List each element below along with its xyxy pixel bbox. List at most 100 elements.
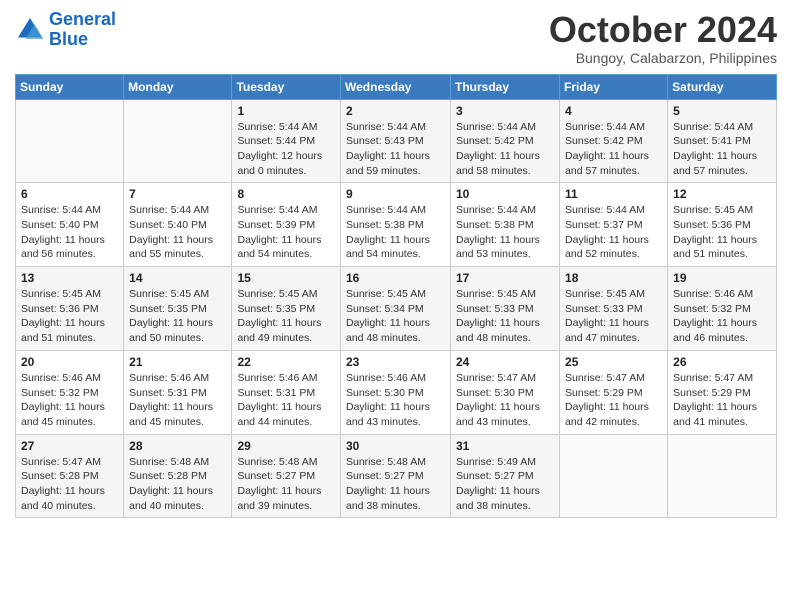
day-info: Sunrise: 5:45 AM Sunset: 5:35 PM Dayligh… — [237, 287, 335, 346]
day-info: Sunrise: 5:45 AM Sunset: 5:33 PM Dayligh… — [565, 287, 662, 346]
calendar-cell: 20 Sunrise: 5:46 AM Sunset: 5:32 PM Dayli… — [16, 350, 124, 434]
day-info: Sunrise: 5:45 AM Sunset: 5:36 PM Dayligh… — [673, 203, 771, 262]
day-number: 17 — [456, 271, 554, 285]
header: General Blue October 2024 Bungoy, Calaba… — [15, 10, 777, 66]
calendar-day-header: Tuesday — [232, 74, 341, 99]
logo-line2: Blue — [49, 29, 88, 49]
day-info: Sunrise: 5:45 AM Sunset: 5:34 PM Dayligh… — [346, 287, 445, 346]
day-info: Sunrise: 5:47 AM Sunset: 5:30 PM Dayligh… — [456, 371, 554, 430]
day-info: Sunrise: 5:47 AM Sunset: 5:29 PM Dayligh… — [565, 371, 662, 430]
day-info: Sunrise: 5:44 AM Sunset: 5:41 PM Dayligh… — [673, 120, 771, 179]
calendar-day-header: Sunday — [16, 74, 124, 99]
day-number: 8 — [237, 187, 335, 201]
calendar-cell: 7 Sunrise: 5:44 AM Sunset: 5:40 PM Daylig… — [124, 183, 232, 267]
day-number: 19 — [673, 271, 771, 285]
day-number: 21 — [129, 355, 226, 369]
calendar-day-header: Wednesday — [341, 74, 451, 99]
day-info: Sunrise: 5:44 AM Sunset: 5:40 PM Dayligh… — [21, 203, 118, 262]
calendar-cell: 25 Sunrise: 5:47 AM Sunset: 5:29 PM Dayli… — [560, 350, 668, 434]
calendar-cell: 3 Sunrise: 5:44 AM Sunset: 5:42 PM Daylig… — [451, 99, 560, 183]
day-info: Sunrise: 5:44 AM Sunset: 5:42 PM Dayligh… — [456, 120, 554, 179]
day-info: Sunrise: 5:46 AM Sunset: 5:32 PM Dayligh… — [21, 371, 118, 430]
main-title: October 2024 — [549, 10, 777, 50]
day-info: Sunrise: 5:48 AM Sunset: 5:27 PM Dayligh… — [346, 455, 445, 514]
calendar-cell — [16, 99, 124, 183]
day-info: Sunrise: 5:44 AM Sunset: 5:40 PM Dayligh… — [129, 203, 226, 262]
calendar-day-header: Saturday — [668, 74, 777, 99]
calendar-cell — [668, 434, 777, 518]
day-number: 9 — [346, 187, 445, 201]
day-info: Sunrise: 5:49 AM Sunset: 5:27 PM Dayligh… — [456, 455, 554, 514]
day-number: 3 — [456, 104, 554, 118]
calendar-cell: 30 Sunrise: 5:48 AM Sunset: 5:27 PM Dayli… — [341, 434, 451, 518]
page: General Blue October 2024 Bungoy, Calaba… — [0, 0, 792, 612]
day-info: Sunrise: 5:45 AM Sunset: 5:33 PM Dayligh… — [456, 287, 554, 346]
calendar-day-header: Friday — [560, 74, 668, 99]
calendar-cell — [560, 434, 668, 518]
day-info: Sunrise: 5:44 AM Sunset: 5:39 PM Dayligh… — [237, 203, 335, 262]
calendar-cell: 15 Sunrise: 5:45 AM Sunset: 5:35 PM Dayli… — [232, 267, 341, 351]
day-info: Sunrise: 5:44 AM Sunset: 5:38 PM Dayligh… — [456, 203, 554, 262]
calendar-week-row: 13Sunrise: 5:45 AM Sunset: 5:36 PM Dayli… — [16, 267, 777, 351]
day-number: 31 — [456, 439, 554, 453]
day-number: 15 — [237, 271, 335, 285]
calendar-cell: 1 Sunrise: 5:44 AM Sunset: 5:44 PM Daylig… — [232, 99, 341, 183]
day-number: 7 — [129, 187, 226, 201]
day-number: 5 — [673, 104, 771, 118]
calendar-day-header: Thursday — [451, 74, 560, 99]
calendar-cell: 31 Sunrise: 5:49 AM Sunset: 5:27 PM Dayli… — [451, 434, 560, 518]
day-info: Sunrise: 5:45 AM Sunset: 5:36 PM Dayligh… — [21, 287, 118, 346]
day-number: 10 — [456, 187, 554, 201]
day-number: 30 — [346, 439, 445, 453]
day-info: Sunrise: 5:44 AM Sunset: 5:43 PM Dayligh… — [346, 120, 445, 179]
calendar-cell: 26Sunrise: 5:47 AM Sunset: 5:29 PM Dayli… — [668, 350, 777, 434]
day-number: 2 — [346, 104, 445, 118]
calendar-week-row: 1 Sunrise: 5:44 AM Sunset: 5:44 PM Daylig… — [16, 99, 777, 183]
day-info: Sunrise: 5:48 AM Sunset: 5:28 PM Dayligh… — [129, 455, 226, 514]
calendar-cell — [124, 99, 232, 183]
day-number: 14 — [129, 271, 226, 285]
calendar-cell: 14Sunrise: 5:45 AM Sunset: 5:35 PM Dayli… — [124, 267, 232, 351]
calendar-cell: 28 Sunrise: 5:48 AM Sunset: 5:28 PM Dayli… — [124, 434, 232, 518]
logo-line1: General — [49, 9, 116, 29]
calendar-week-row: 20 Sunrise: 5:46 AM Sunset: 5:32 PM Dayli… — [16, 350, 777, 434]
calendar-cell: 22 Sunrise: 5:46 AM Sunset: 5:31 PM Dayli… — [232, 350, 341, 434]
calendar-cell: 18 Sunrise: 5:45 AM Sunset: 5:33 PM Dayli… — [560, 267, 668, 351]
day-number: 12 — [673, 187, 771, 201]
day-number: 4 — [565, 104, 662, 118]
calendar-cell: 4Sunrise: 5:44 AM Sunset: 5:42 PM Daylig… — [560, 99, 668, 183]
calendar-cell: 19 Sunrise: 5:46 AM Sunset: 5:32 PM Dayli… — [668, 267, 777, 351]
title-block: October 2024 Bungoy, Calabarzon, Philipp… — [549, 10, 777, 66]
calendar-cell: 11 Sunrise: 5:44 AM Sunset: 5:37 PM Dayli… — [560, 183, 668, 267]
logo-text: General Blue — [49, 10, 116, 50]
calendar-cell: 12 Sunrise: 5:45 AM Sunset: 5:36 PM Dayli… — [668, 183, 777, 267]
calendar-cell: 29 Sunrise: 5:48 AM Sunset: 5:27 PM Dayli… — [232, 434, 341, 518]
day-number: 20 — [21, 355, 118, 369]
calendar-cell: 16Sunrise: 5:45 AM Sunset: 5:34 PM Dayli… — [341, 267, 451, 351]
day-number: 29 — [237, 439, 335, 453]
calendar-cell: 2 Sunrise: 5:44 AM Sunset: 5:43 PM Daylig… — [341, 99, 451, 183]
day-number: 22 — [237, 355, 335, 369]
calendar-cell: 6 Sunrise: 5:44 AM Sunset: 5:40 PM Daylig… — [16, 183, 124, 267]
day-number: 25 — [565, 355, 662, 369]
day-number: 26 — [673, 355, 771, 369]
day-number: 6 — [21, 187, 118, 201]
calendar-day-header: Monday — [124, 74, 232, 99]
day-info: Sunrise: 5:46 AM Sunset: 5:31 PM Dayligh… — [237, 371, 335, 430]
day-number: 11 — [565, 187, 662, 201]
day-info: Sunrise: 5:44 AM Sunset: 5:44 PM Dayligh… — [237, 120, 335, 179]
logo-icon — [15, 15, 45, 45]
logo: General Blue — [15, 10, 116, 50]
day-info: Sunrise: 5:46 AM Sunset: 5:32 PM Dayligh… — [673, 287, 771, 346]
calendar-cell: 17 Sunrise: 5:45 AM Sunset: 5:33 PM Dayli… — [451, 267, 560, 351]
day-number: 1 — [237, 104, 335, 118]
day-info: Sunrise: 5:44 AM Sunset: 5:37 PM Dayligh… — [565, 203, 662, 262]
day-info: Sunrise: 5:47 AM Sunset: 5:28 PM Dayligh… — [21, 455, 118, 514]
day-number: 27 — [21, 439, 118, 453]
day-number: 18 — [565, 271, 662, 285]
calendar-cell: 21 Sunrise: 5:46 AM Sunset: 5:31 PM Dayli… — [124, 350, 232, 434]
day-info: Sunrise: 5:46 AM Sunset: 5:31 PM Dayligh… — [129, 371, 226, 430]
day-info: Sunrise: 5:48 AM Sunset: 5:27 PM Dayligh… — [237, 455, 335, 514]
day-number: 28 — [129, 439, 226, 453]
calendar: SundayMondayTuesdayWednesdayThursdayFrid… — [15, 74, 777, 519]
